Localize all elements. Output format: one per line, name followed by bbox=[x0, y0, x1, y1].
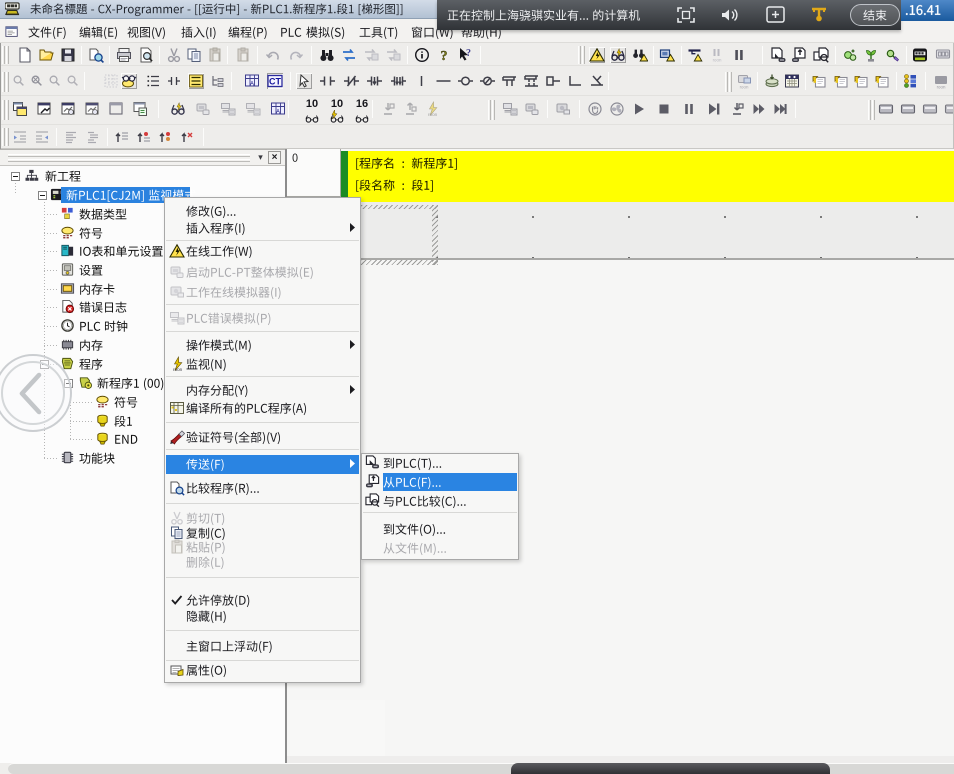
svg-text:A: A bbox=[276, 110, 280, 116]
svg-text:CT: CT bbox=[269, 77, 281, 87]
svg-text:roon: roon bbox=[937, 85, 946, 89]
svg-text:?: ? bbox=[441, 49, 448, 63]
svg-text:roon: roon bbox=[428, 112, 438, 117]
svg-text:?: ? bbox=[466, 48, 471, 59]
svg-text:roon: roon bbox=[173, 367, 183, 372]
svg-text:roon: roon bbox=[740, 85, 749, 89]
svg-text:A: A bbox=[250, 82, 254, 88]
svg-text:roon: roon bbox=[713, 58, 722, 63]
